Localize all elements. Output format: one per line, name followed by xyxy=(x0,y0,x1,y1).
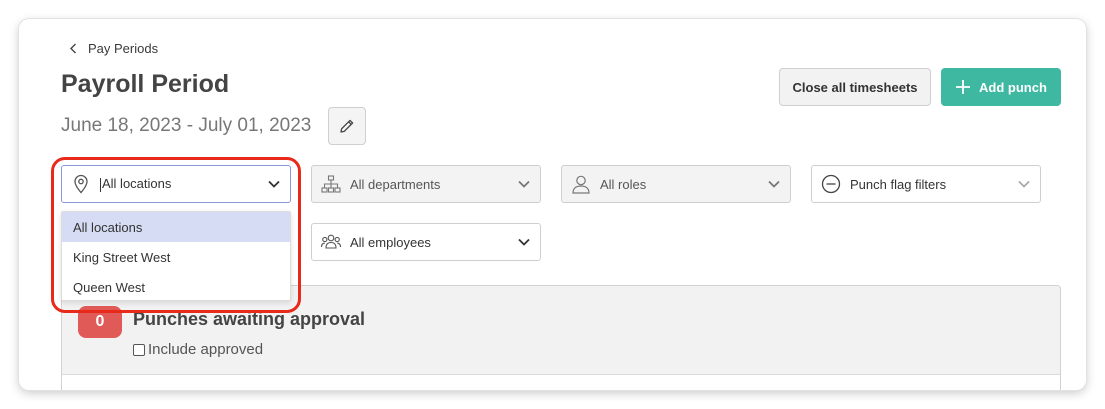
chevron-down-icon xyxy=(768,180,780,188)
user-icon xyxy=(571,174,591,194)
chevron-left-icon xyxy=(70,43,76,54)
date-range: June 18, 2023 - July 01, 2023 xyxy=(61,115,312,136)
add-punch-label: Add punch xyxy=(979,79,1047,95)
employees-select[interactable]: All employees xyxy=(311,223,541,261)
panel-content-area xyxy=(62,374,1060,390)
breadcrumb-back-link[interactable]: Pay Periods xyxy=(69,41,158,56)
dropdown-option-all-locations[interactable]: All locations xyxy=(62,212,290,242)
chevron-down-icon xyxy=(518,238,530,246)
locations-select[interactable]: All locations xyxy=(61,165,291,203)
panel-title: Punches awaiting approval xyxy=(133,309,366,329)
include-approved-row: Include approved xyxy=(133,341,263,358)
locations-select-value: All locations xyxy=(102,176,172,192)
payroll-card: Pay Periods Payroll Period June 18, 2023… xyxy=(19,19,1086,390)
breadcrumb-label: Pay Periods xyxy=(88,41,159,56)
chevron-down-icon xyxy=(268,180,280,188)
include-approved-label: Include approved xyxy=(148,341,264,358)
add-punch-button[interactable]: Add punch xyxy=(941,68,1061,106)
departments-select-value: All departments xyxy=(350,176,441,192)
close-all-timesheets-button[interactable]: Close all timesheets xyxy=(779,68,931,106)
chevron-down-icon xyxy=(518,180,530,188)
chevron-down-icon xyxy=(1018,180,1030,188)
edit-period-button[interactable] xyxy=(328,107,366,145)
employees-select-value: All employees xyxy=(350,234,431,250)
dropdown-option-queen-west[interactable]: Queen West xyxy=(62,272,290,302)
include-approved-checkbox[interactable] xyxy=(133,343,145,356)
page-title: Payroll Period xyxy=(61,70,230,98)
dropdown-option-king-street-west[interactable]: King Street West xyxy=(62,242,290,272)
text-cursor xyxy=(100,177,101,192)
punch-flag-filters-value: Punch flag filters xyxy=(850,176,947,192)
locations-dropdown-menu: All locations King Street West Queen Wes… xyxy=(61,211,291,301)
pencil-icon xyxy=(340,119,354,133)
roles-select-value: All roles xyxy=(600,176,647,192)
punch-flag-filters-select[interactable]: Punch flag filters xyxy=(811,165,1041,203)
roles-select[interactable]: All roles xyxy=(561,165,791,203)
users-group-icon xyxy=(321,232,341,252)
awaiting-count-badge: 0 xyxy=(78,306,122,338)
map-pin-icon xyxy=(71,174,91,194)
plus-icon xyxy=(956,80,971,94)
departments-select[interactable]: All departments xyxy=(311,165,541,203)
minus-circle-icon xyxy=(821,174,841,194)
org-chart-icon xyxy=(321,174,341,194)
